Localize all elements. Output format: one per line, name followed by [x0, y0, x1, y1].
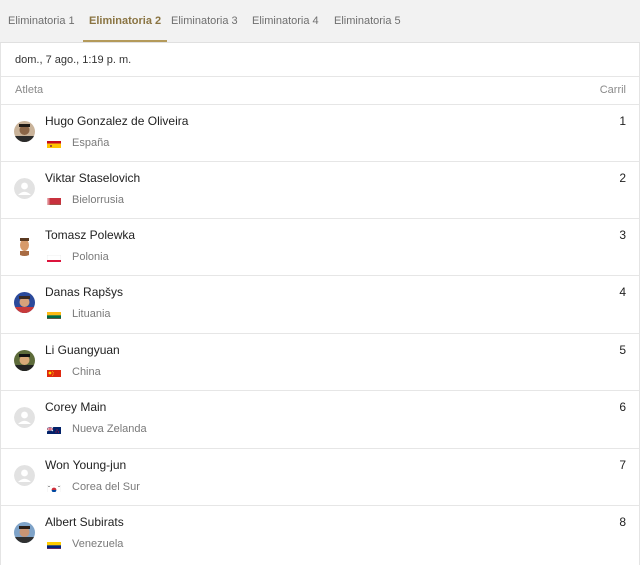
heat-datetime: dom., 7 ago., 1:19 p. m.	[15, 54, 132, 66]
table-row[interactable]: Li Guangyuan China 5	[1, 333, 639, 391]
athlete-country: Venezuela	[72, 538, 124, 550]
placeholder-avatar-icon	[14, 178, 35, 199]
heat-panel: dom., 7 ago., 1:19 p. m. Atleta Carril H…	[0, 43, 640, 565]
china-flag-icon	[47, 367, 61, 377]
south-korea-flag-icon	[47, 482, 61, 492]
tab-eliminatoria-4[interactable]: Eliminatoria 4	[252, 0, 319, 42]
athlete-name[interactable]: Viktar Staselovich	[45, 171, 140, 185]
belarus-flag-icon	[47, 195, 61, 205]
table-row[interactable]: Won Young-jun Corea del Sur 7	[1, 448, 639, 506]
lane-number: 8	[619, 515, 626, 529]
athlete-country: Bielorrusia	[72, 194, 124, 206]
lane-number: 4	[619, 285, 626, 299]
athlete-country: Lituania	[72, 308, 111, 320]
athlete-name[interactable]: Li Guangyuan	[45, 343, 120, 357]
heat-tab-bar: Eliminatoria 1 Eliminatoria 2 Eliminator…	[0, 0, 640, 43]
tab-eliminatoria-2[interactable]: Eliminatoria 2	[83, 0, 168, 42]
table-row[interactable]: Albert Subirats Venezuela 8	[1, 505, 639, 563]
athlete-country: Nueva Zelanda	[72, 423, 147, 435]
athlete-name[interactable]: Hugo Gonzalez de Oliveira	[45, 114, 188, 128]
table-row[interactable]: Tomasz Polewka Polonia 3	[1, 218, 639, 276]
lane-number: 3	[619, 228, 626, 242]
tab-eliminatoria-3[interactable]: Eliminatoria 3	[171, 0, 238, 42]
tab-eliminatoria-5[interactable]: Eliminatoria 5	[334, 0, 401, 42]
athlete-name[interactable]: Albert Subirats	[45, 515, 124, 529]
lane-number: 7	[619, 458, 626, 472]
lane-number: 5	[619, 343, 626, 357]
table-row[interactable]: Corey Main Nueva Zelanda 6	[1, 390, 639, 448]
venezuela-flag-icon	[47, 539, 61, 549]
lane-number: 1	[619, 114, 626, 128]
placeholder-avatar-icon	[14, 465, 35, 486]
poland-flag-icon	[47, 252, 61, 262]
athlete-avatar	[14, 522, 35, 543]
athlete-country: Polonia	[72, 251, 109, 263]
table-row[interactable]: Viktar Staselovich Bielorrusia 2	[1, 161, 639, 219]
athlete-country: Corea del Sur	[72, 481, 140, 493]
tab-eliminatoria-1[interactable]: Eliminatoria 1	[8, 0, 75, 42]
new-zealand-flag-icon	[47, 424, 61, 434]
divider	[1, 76, 639, 77]
table-row[interactable]: Hugo Gonzalez de Oliveira España 1	[1, 104, 639, 162]
table-row[interactable]: Danas Rapšys Lituania 4	[1, 275, 639, 333]
athlete-avatar	[14, 350, 35, 371]
active-tab-underline	[83, 40, 168, 42]
athlete-country: España	[72, 137, 110, 149]
athlete-name[interactable]: Corey Main	[45, 400, 106, 414]
lane-number: 2	[619, 171, 626, 185]
athlete-avatar	[14, 292, 35, 313]
lane-number: 6	[619, 400, 626, 414]
athlete-avatar	[14, 121, 35, 142]
athlete-column-header: Atleta	[15, 84, 44, 96]
lane-column-header: Carril	[599, 84, 626, 96]
athlete-name[interactable]: Won Young-jun	[45, 458, 126, 472]
spain-flag-icon	[47, 138, 61, 148]
lithuania-flag-icon	[47, 309, 61, 319]
athlete-name[interactable]: Tomasz Polewka	[45, 228, 135, 242]
athlete-country: China	[72, 366, 101, 378]
placeholder-avatar-icon	[14, 407, 35, 428]
athlete-name[interactable]: Danas Rapšys	[45, 285, 123, 299]
athlete-avatar	[14, 235, 35, 256]
